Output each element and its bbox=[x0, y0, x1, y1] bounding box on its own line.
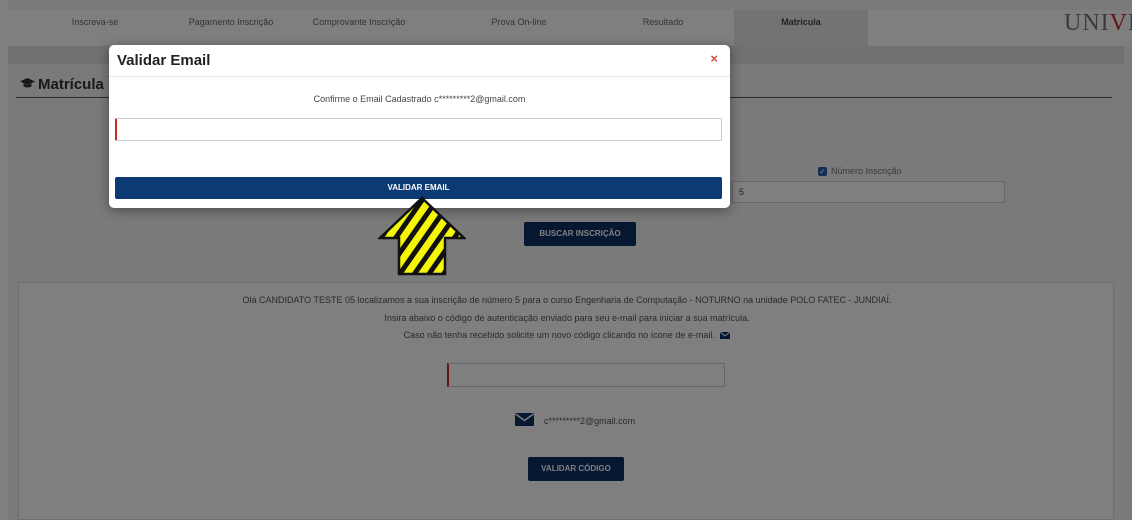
modal-title: Validar Email bbox=[117, 52, 211, 69]
close-icon[interactable]: × bbox=[710, 51, 718, 66]
annotation-arrow-icon bbox=[378, 196, 466, 276]
modal-message: Confirme o Email Cadastrado c*********2@… bbox=[313, 94, 526, 104]
modal-header: Validar Email × bbox=[109, 45, 730, 77]
email-confirm-input[interactable] bbox=[115, 118, 722, 141]
validar-email-modal: Validar Email × Confirme o Email Cadastr… bbox=[109, 45, 730, 208]
